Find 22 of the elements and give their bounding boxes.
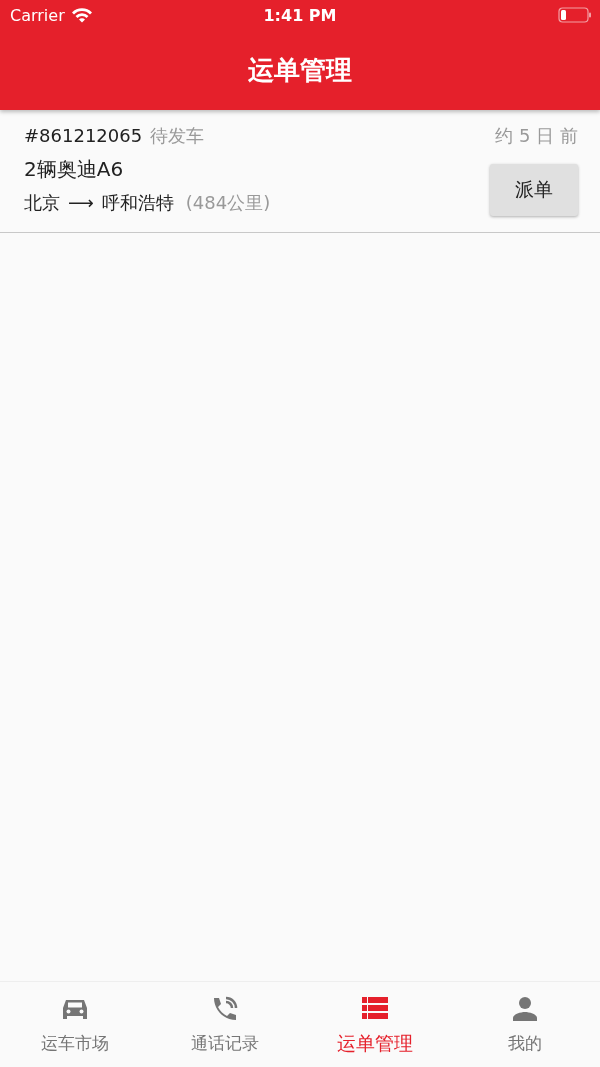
order-status: 待发车 [150,124,205,148]
vehicle-description: 2辆奥迪A6 [24,156,124,183]
destination-city: 呼和浩特 [101,191,174,215]
car-icon [61,997,89,1021]
battery-icon [558,7,592,23]
tab[interactable]: 运车市场 [0,982,150,1067]
route-arrow: ⟶ [68,192,94,213]
person-icon [512,996,538,1022]
dispatch-button[interactable]: 派单 [490,164,578,216]
tab[interactable]: 我的 [450,982,600,1067]
origin-city: 北京 [24,191,60,215]
page-title: 运单管理 [248,53,352,87]
carrier-name: Carrier [10,5,65,25]
list-icon [362,996,388,1019]
wifi-icon [70,7,93,23]
status-time: 1:41 PM [263,6,337,25]
order-number: #861212065 [24,125,143,146]
tab[interactable]: 通话记录 [150,982,300,1067]
route-distance: (484公里) [185,191,271,215]
order-time: 约 5 日 前 [495,124,578,148]
tab[interactable]: 运单管理 [300,982,450,1067]
phone-icon [211,995,239,1023]
